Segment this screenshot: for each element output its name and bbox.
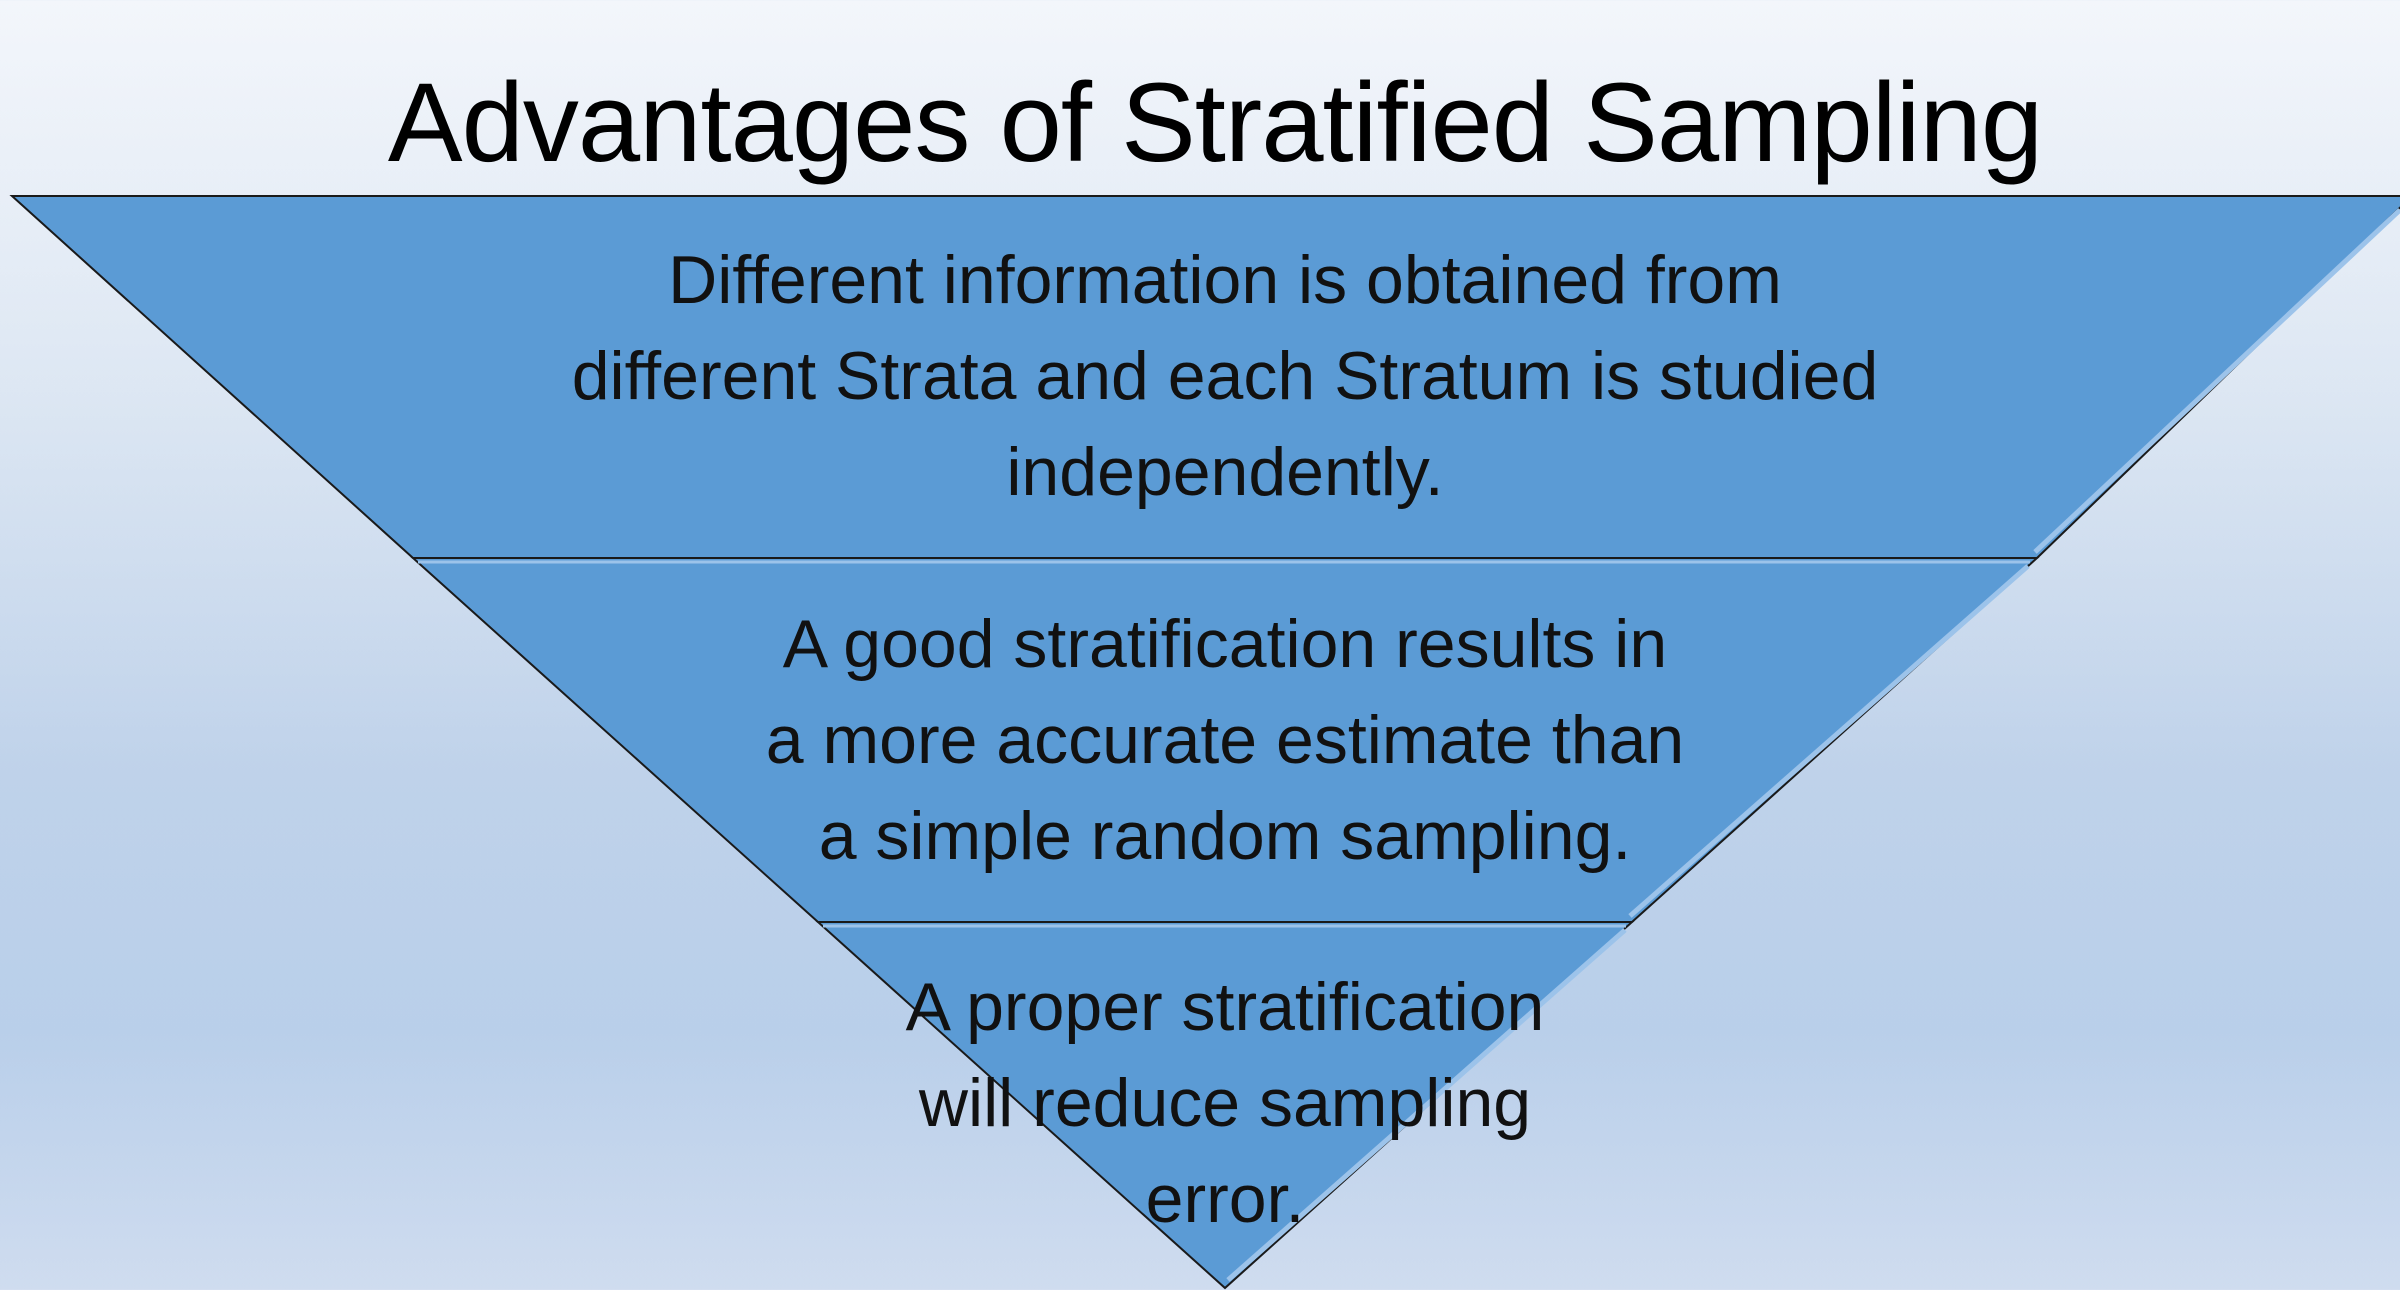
tier-1-line: different Strata and each Stratum is stu… <box>571 338 1879 414</box>
tier-1-text: Different information is obtained from d… <box>400 232 2050 520</box>
tier-3-line: A proper stratification <box>905 969 1545 1045</box>
tier-2-line: A good stratification results in <box>782 606 1668 682</box>
tier-1-line: Different information is obtained from <box>668 242 1782 318</box>
tier-3-line: error. <box>1145 1161 1305 1237</box>
tier-3-text: A proper stratification will reduce samp… <box>780 959 1670 1247</box>
tier-2-line: a more accurate estimate than <box>765 702 1685 778</box>
tier-3-line: will reduce sampling <box>918 1065 1532 1141</box>
tier-1-line: independently. <box>1006 434 1444 510</box>
slide: Advantages of Stratified Sampling Differ… <box>0 0 2400 1290</box>
tier-2-text: A good stratification results in a more … <box>600 596 1850 884</box>
slide-title: Advantages of Stratified Sampling <box>387 60 2043 185</box>
tier-2-line: a simple random sampling. <box>818 798 1632 874</box>
